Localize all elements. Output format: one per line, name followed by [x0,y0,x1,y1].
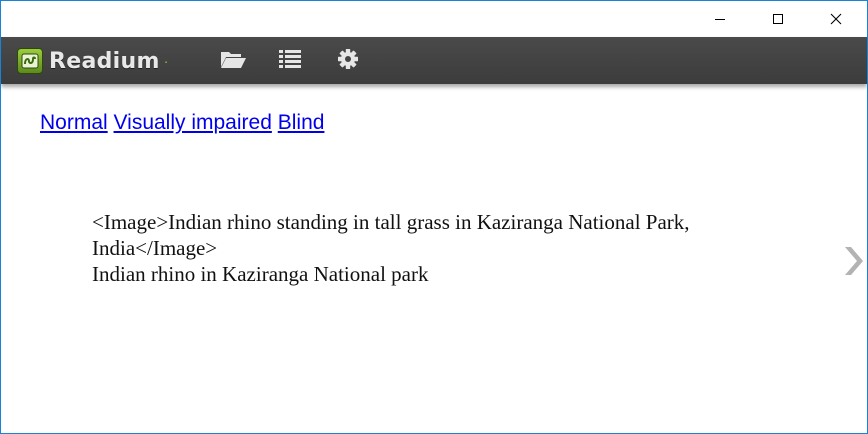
reader-toolbar: Readium · [1,37,867,84]
reader-content: <Image>Indian rhino standing in tall gra… [92,209,752,287]
close-icon [830,13,842,25]
minimize-button[interactable] [691,1,749,37]
chevron-right-icon [841,244,865,283]
settings-button[interactable] [333,47,363,75]
maximize-button[interactable] [749,1,807,37]
normal-mode-link[interactable]: Normal [40,111,108,134]
maximize-icon [772,13,784,25]
image-caption: Indian rhino in Kaziranga National park [92,262,429,286]
app-name-dot: · [163,53,169,69]
gear-icon [337,48,359,75]
list-icon [278,48,302,75]
next-page-button[interactable] [839,244,867,282]
readium-logo[interactable]: Readium · [17,47,168,75]
app-name: Readium [49,48,160,74]
app-window: Readium · Normal Visually impaired Blind… [0,0,868,434]
table-of-contents-button[interactable] [275,47,305,75]
title-bar[interactable] [1,1,867,37]
close-button[interactable] [807,1,865,37]
accessibility-mode-links: Normal Visually impaired Blind [40,111,324,135]
folder-open-icon [219,48,247,75]
readium-logo-icon [17,48,43,74]
library-button[interactable] [218,47,248,75]
image-description: <Image>Indian rhino standing in tall gra… [92,210,690,260]
blind-mode-link[interactable]: Blind [278,111,325,134]
minimize-icon [714,13,726,25]
visually-impaired-mode-link[interactable]: Visually impaired [114,111,272,134]
